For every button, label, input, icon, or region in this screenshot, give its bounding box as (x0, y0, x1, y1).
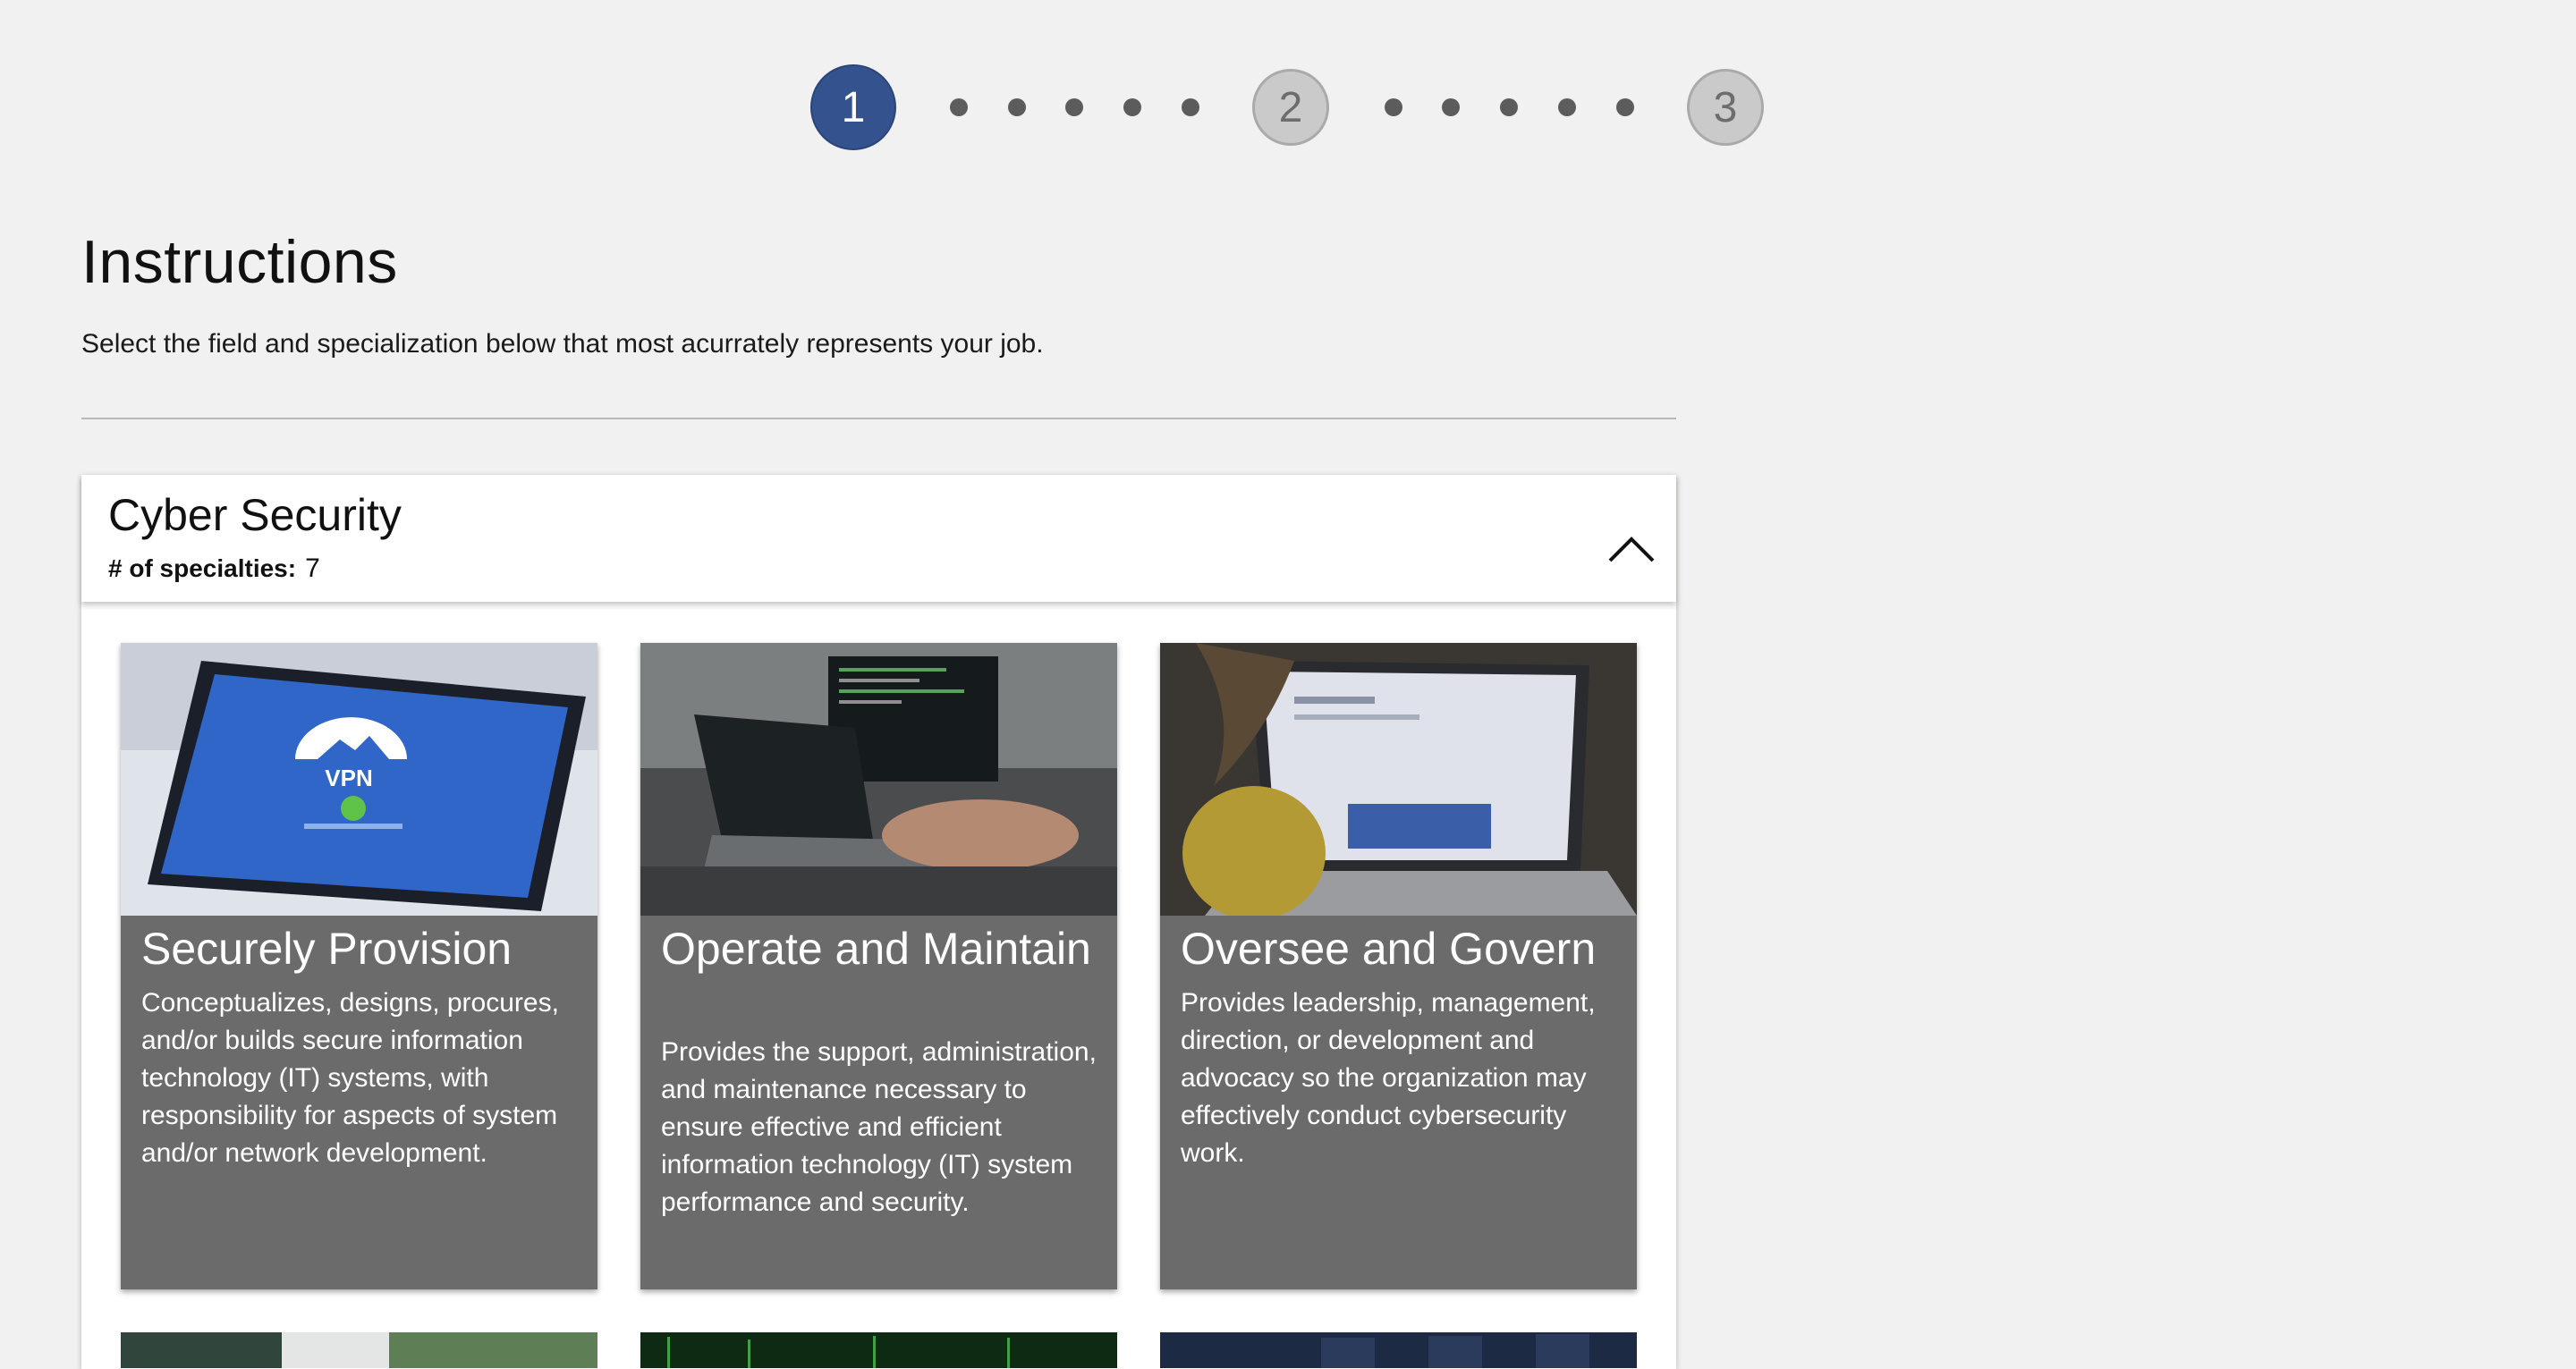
step-dot (950, 98, 968, 116)
step-dot (1065, 98, 1083, 116)
category-title: Cyber Security (108, 490, 402, 540)
card-image-partial (640, 1332, 1117, 1368)
card-image-vpn-tablet: VPN (121, 643, 597, 916)
card-title: Securely Provision (141, 924, 513, 974)
card-title: Oversee and Govern (1181, 924, 1597, 974)
specialty-card-oversee-and-govern[interactable]: Oversee and Govern Provides leadership, … (1160, 643, 1637, 1289)
progress-stepper: 1 2 3 (0, 0, 2576, 215)
card-description: Conceptualizes, designs, procures, and/o… (141, 988, 559, 1168)
specialties-label: # of specialties: (108, 554, 297, 582)
specialty-card-operate-and-maintain[interactable]: Operate and Maintain Provides the suppor… (640, 643, 1117, 1289)
card-description: Provides the support, administration, an… (661, 1037, 1097, 1217)
step-dot (1616, 98, 1634, 116)
divider (81, 418, 1676, 419)
category-accordion: Cyber Security # of specialties: 7 VPN Se… (81, 475, 1676, 1369)
card-title: Operate and Maintain (661, 924, 1091, 974)
accordion-header[interactable]: Cyber Security # of specialties: 7 (81, 475, 1676, 602)
specialty-card-partial[interactable] (121, 1332, 597, 1368)
step-dot (1123, 98, 1141, 116)
instructions-text: Select the field and specialization belo… (81, 329, 1044, 359)
card-image-partial (1160, 1332, 1637, 1368)
card-description: Provides leadership, management, directi… (1181, 988, 1596, 1168)
step-dot (1008, 98, 1026, 116)
svg-text:VPN: VPN (325, 765, 372, 791)
step-dot (1558, 98, 1576, 116)
card-image-laptop-coding (640, 643, 1117, 916)
step-dot (1385, 98, 1402, 116)
step-3[interactable]: 3 (1687, 69, 1764, 146)
step-dot (1442, 98, 1460, 116)
step-2[interactable]: 2 (1252, 69, 1329, 146)
step-dot (1500, 98, 1518, 116)
specialty-card-partial[interactable] (1160, 1332, 1637, 1368)
specialties-count: # of specialties: 7 (108, 554, 320, 584)
page-title: Instructions (81, 228, 398, 296)
chevron-up-icon[interactable] (1607, 534, 1656, 564)
specialty-card-partial[interactable] (640, 1332, 1117, 1368)
specialties-value: 7 (305, 554, 320, 583)
step-1[interactable]: 1 (810, 64, 896, 150)
card-image-laptop-plant (1160, 643, 1637, 916)
card-image-partial (121, 1332, 597, 1368)
specialty-card-securely-provision[interactable]: VPN Securely Provision Conceptualizes, d… (121, 643, 597, 1289)
step-dot (1182, 98, 1199, 116)
